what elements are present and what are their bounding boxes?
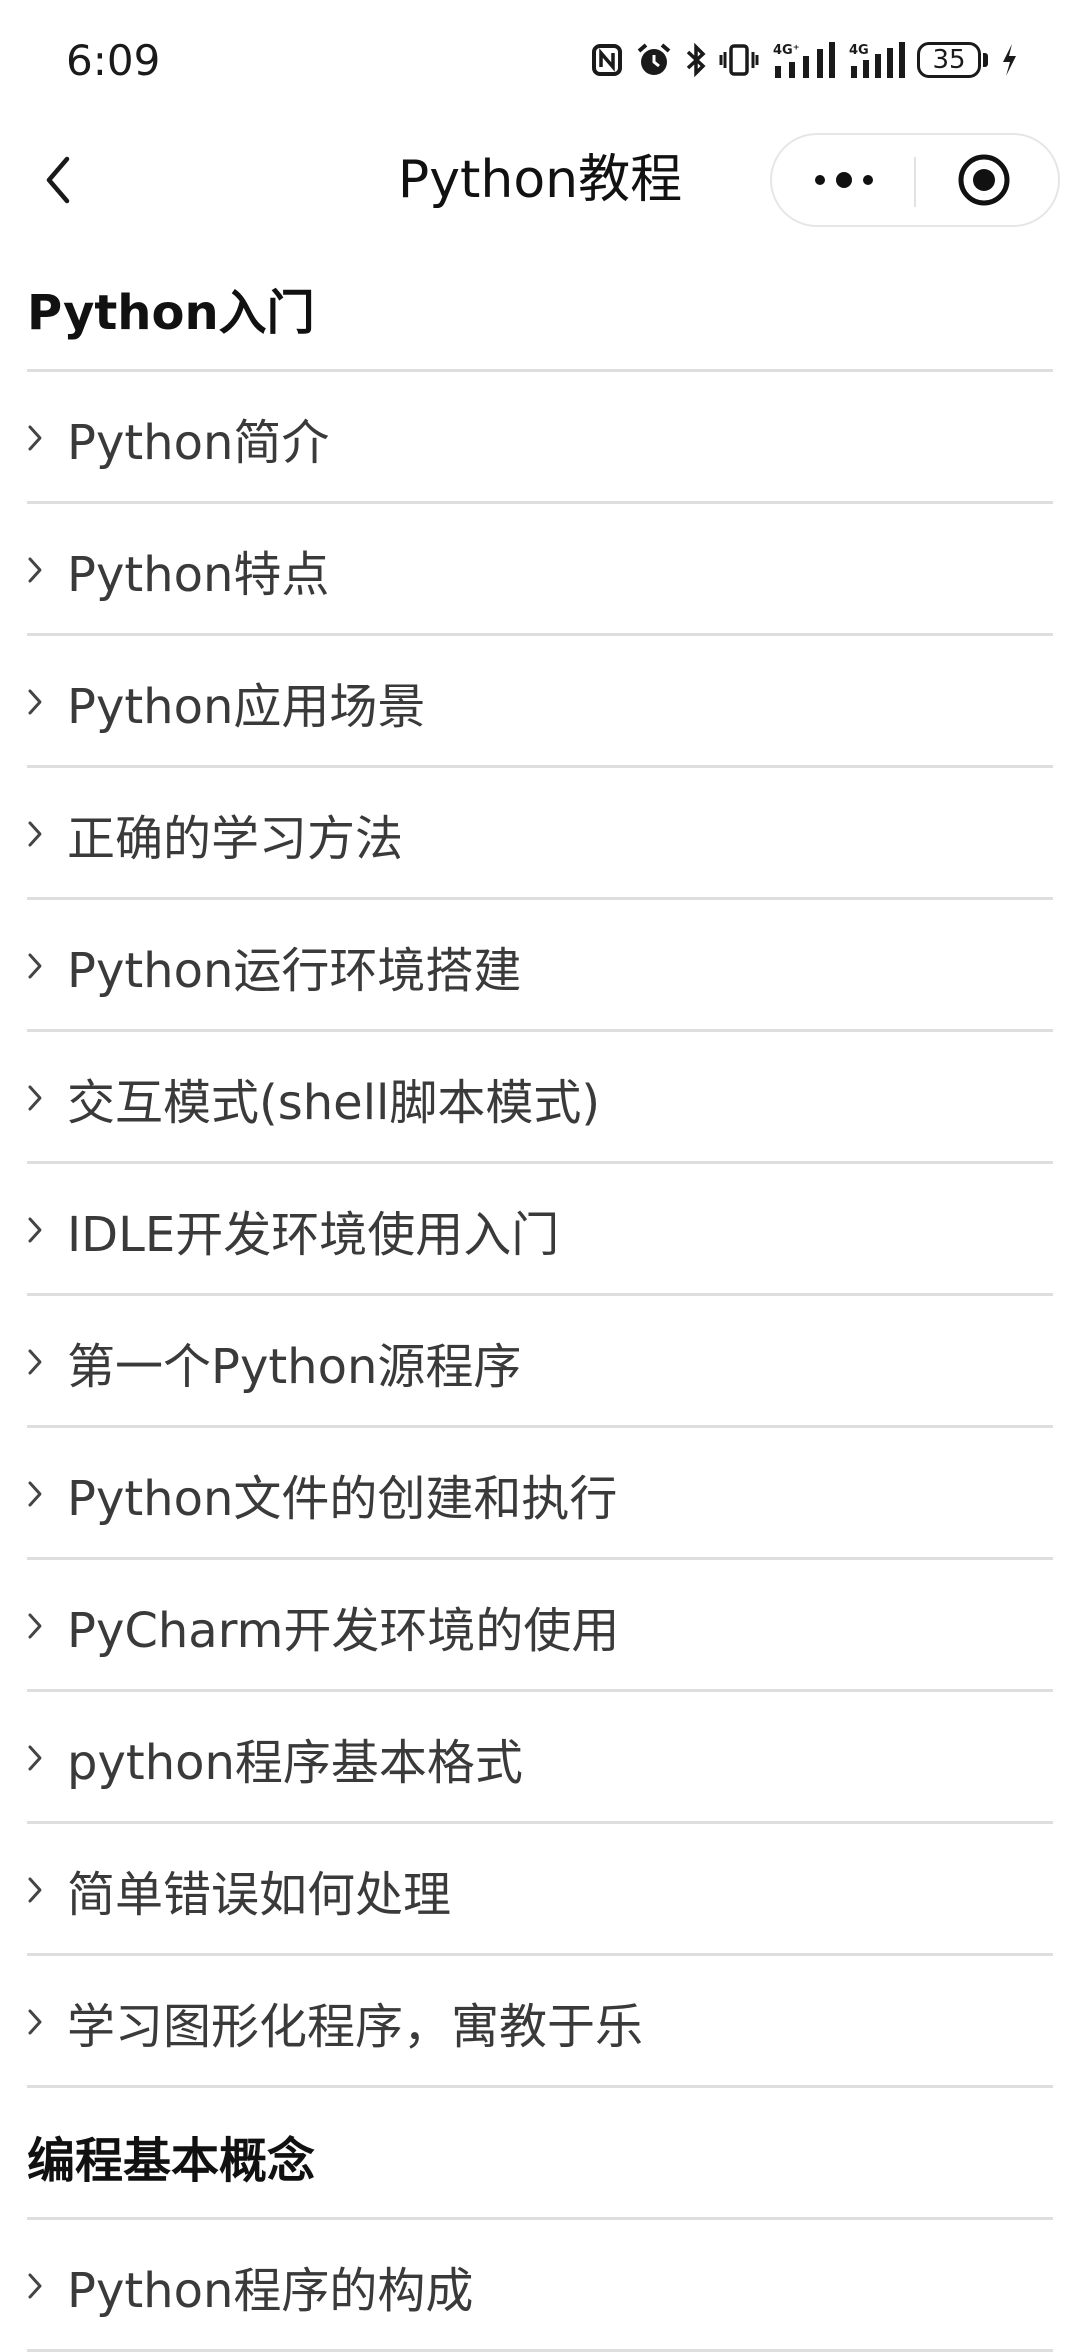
list-item-label: 学习图形化程序，寓教于乐 [67, 1998, 644, 2055]
list-item-label: Python运行环境搭建 [67, 942, 522, 999]
list-item-label: python程序基本格式 [67, 1734, 523, 1791]
more-dots-icon [815, 172, 873, 188]
list-item[interactable]: Python程序的构成 [27, 2220, 1053, 2352]
list-item[interactable]: PyCharm开发环境的使用 [27, 1560, 1053, 1692]
chevron-right-icon [27, 1606, 67, 1646]
chevron-right-icon [27, 814, 67, 854]
capsule-divider [914, 157, 916, 207]
nav-bar: Python教程 [0, 120, 1080, 240]
chevron-right-icon [27, 1870, 67, 1910]
list-item-label: IDLE开发环境使用入门 [67, 1206, 560, 1263]
section-header: Python入门 [27, 240, 1053, 372]
list-item[interactable]: Python特点 [27, 504, 1053, 636]
chevron-right-icon [27, 1342, 67, 1382]
list-item-label: Python特点 [67, 546, 330, 603]
chevron-right-icon [27, 1210, 67, 1250]
battery-icon: 35 [917, 42, 981, 78]
list-item[interactable]: 简单错误如何处理 [27, 1824, 1053, 1956]
list-item-label: Python简介 [67, 414, 330, 471]
chevron-right-icon [27, 1738, 67, 1778]
list-item-label: 简单错误如何处理 [67, 1866, 452, 1923]
chevron-right-icon [27, 1078, 67, 1118]
status-icons: 4G⁺ 4G 35 [591, 36, 1018, 84]
target-close-icon [958, 154, 1010, 206]
chevron-right-icon [27, 418, 67, 458]
tutorial-list: Python入门 Python简介 Python特点 Python应用场景 正确的学习方… [0, 240, 1080, 2352]
list-item[interactable]: 交互模式(shell脚本模式) [27, 1032, 1053, 1164]
list-item[interactable]: Python应用场景 [27, 636, 1053, 768]
svg-text:4G⁺: 4G⁺ [773, 43, 800, 58]
list-item-label: Python程序的构成 [67, 2262, 474, 2319]
bluetooth-icon [686, 42, 706, 78]
list-item[interactable]: 学习图形化程序，寓教于乐 [27, 1956, 1053, 2088]
list-item[interactable]: Python简介 [27, 372, 1053, 504]
more-button[interactable] [794, 149, 894, 211]
chevron-right-icon [27, 2002, 67, 2042]
vibrate-icon [719, 44, 759, 76]
close-button[interactable] [934, 149, 1034, 211]
alarm-icon [637, 43, 671, 75]
chevron-right-icon [27, 2266, 67, 2306]
list-item[interactable]: Python运行环境搭建 [27, 900, 1053, 1032]
chevron-right-icon [27, 1474, 67, 1514]
status-bar: 6:09 4G⁺ 4G 35 [0, 0, 1080, 120]
svg-text:4G: 4G [849, 43, 869, 58]
list-item-label: 交互模式(shell脚本模式) [67, 1074, 601, 1131]
list-item-label: 第一个Python源程序 [67, 1338, 522, 1395]
list-item-label: PyCharm开发环境的使用 [67, 1602, 620, 1659]
chevron-right-icon [27, 682, 67, 722]
mini-program-capsule [770, 133, 1060, 227]
list-item[interactable]: python程序基本格式 [27, 1692, 1053, 1824]
signal-4g-icon: 4G⁺ [773, 42, 835, 78]
nfc-icon [592, 44, 622, 76]
section-header: 编程基本概念 [27, 2088, 1053, 2220]
list-item[interactable]: Python文件的创建和执行 [27, 1428, 1053, 1560]
chevron-right-icon [27, 550, 67, 590]
status-time: 6:09 [66, 36, 161, 85]
chevron-right-icon [27, 946, 67, 986]
list-item-label: 正确的学习方法 [67, 810, 404, 867]
charging-icon [1003, 44, 1016, 76]
list-item-label: Python文件的创建和执行 [67, 1470, 618, 1527]
list-item[interactable]: IDLE开发环境使用入门 [27, 1164, 1053, 1296]
battery-level: 35 [932, 45, 966, 75]
list-item-label: Python应用场景 [67, 678, 426, 735]
list-item[interactable]: 第一个Python源程序 [27, 1296, 1053, 1428]
signal-4g-icon: 4G [849, 42, 905, 78]
list-item[interactable]: 正确的学习方法 [27, 768, 1053, 900]
